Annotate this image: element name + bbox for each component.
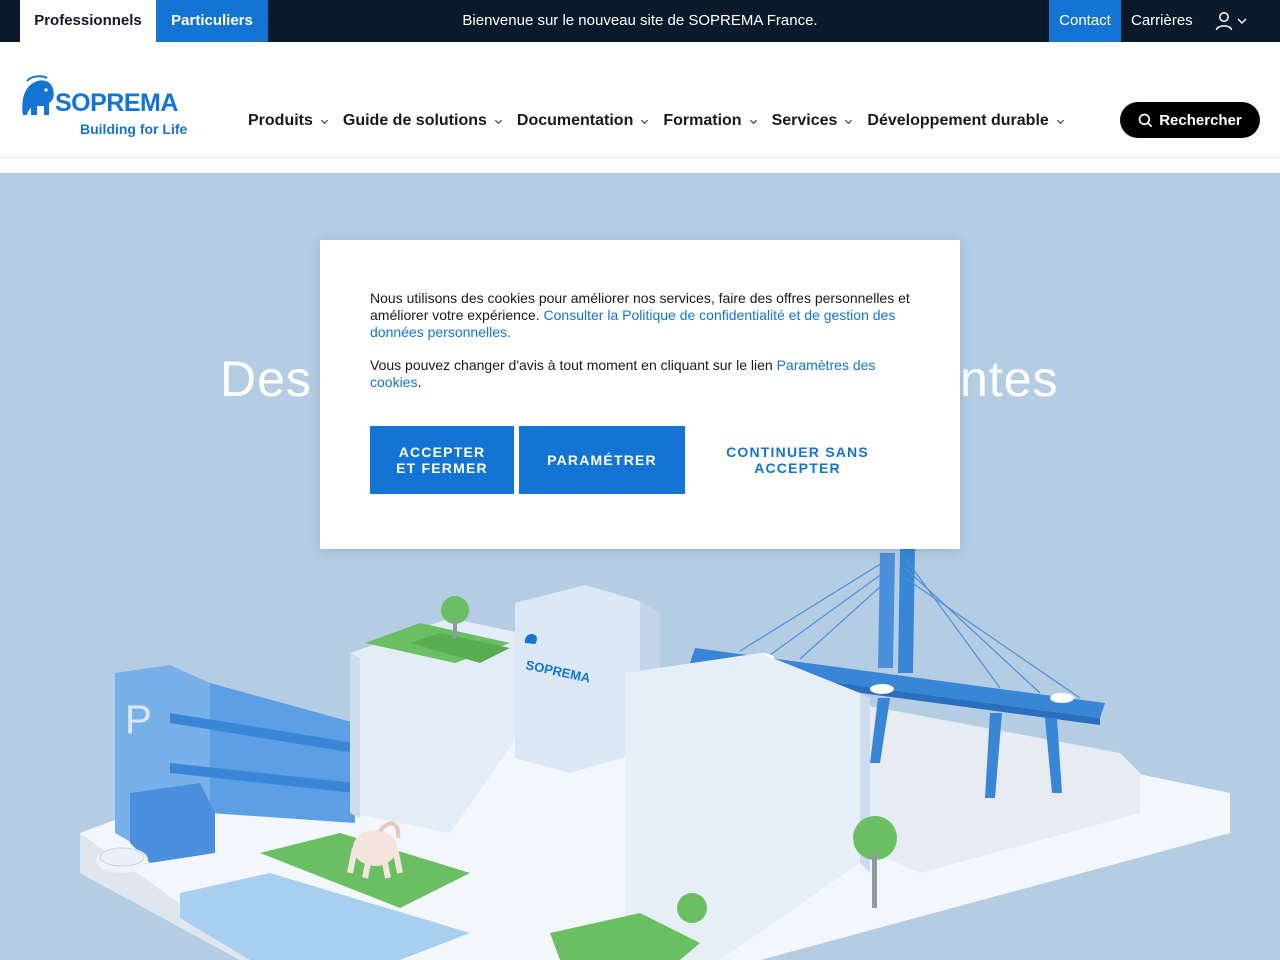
nav-produits[interactable]: Produits: [248, 110, 329, 132]
nav-formation[interactable]: Formation: [663, 110, 757, 132]
logo-text: SOPREMA: [55, 89, 178, 117]
search-icon: [1138, 113, 1153, 127]
chevron-down-icon: [845, 119, 853, 125]
accept-and-close-button[interactable]: Accepter et fermer: [370, 426, 514, 494]
chevron-down-icon: [641, 119, 649, 125]
hero-title-left: Des: [220, 351, 312, 407]
nav-label: Formation: [663, 112, 742, 129]
logo-tagline: Building for Life: [80, 121, 188, 137]
main-nav: Produits Guide de solutions Documentatio…: [248, 110, 1079, 132]
cookie-text-intro: Nous utilisons des cookies pour améliore…: [370, 290, 915, 341]
nav-label: Guide de solutions: [342, 112, 487, 129]
nav-developpement-durable[interactable]: Développement durable: [867, 110, 1064, 132]
account-menu-button[interactable]: [1214, 11, 1250, 31]
mammoth-icon: [22, 75, 54, 115]
nav-label: Services: [771, 112, 838, 129]
parking-sign-text: P: [125, 698, 152, 742]
careers-link[interactable]: Carrières: [1131, 0, 1193, 42]
site-header: SOPREMA Building for Life Produits Guide…: [0, 42, 1280, 158]
hero-title-right: ntes: [960, 351, 1059, 407]
chevron-down-icon: [320, 119, 328, 125]
top-bar: Bienvenue sur le nouveau site de SOPREMA…: [0, 0, 1280, 42]
nav-documentation[interactable]: Documentation: [517, 110, 649, 132]
soprema-logo[interactable]: SOPREMA Building for Life: [19, 75, 187, 141]
chevron-down-icon: [1237, 18, 1247, 24]
chevron-down-icon: [494, 119, 502, 125]
chevron-down-icon: [749, 119, 757, 125]
nav-label: Développement durable: [867, 112, 1049, 129]
cookie-text: Vous pouvez changer d'avis à tout moment…: [370, 357, 777, 373]
cookie-text-change: Vous pouvez changer d'avis à tout moment…: [370, 357, 915, 391]
cookie-text-end: .: [417, 374, 422, 390]
cookie-settings-button[interactable]: Paramétrer: [519, 426, 685, 494]
nav-guide-de-solutions[interactable]: Guide de solutions: [343, 110, 503, 132]
continue-without-accepting-button[interactable]: Continuer sans accepter: [695, 426, 900, 494]
nav-label: Documentation: [516, 112, 634, 129]
tab-particuliers[interactable]: Particuliers: [156, 0, 268, 42]
nav-services[interactable]: Services: [772, 110, 854, 132]
nav-label: Produits: [248, 112, 313, 129]
search-button[interactable]: Rechercher: [1120, 102, 1260, 138]
search-label: Rechercher: [1159, 111, 1242, 129]
tab-professionnels[interactable]: Professionnels: [20, 0, 156, 42]
cookie-consent-dialog: Nous utilisons des cookies pour améliore…: [320, 240, 960, 549]
contact-link[interactable]: Contact: [1049, 0, 1121, 42]
user-icon: [1215, 12, 1247, 31]
chevron-down-icon: [1056, 119, 1064, 125]
